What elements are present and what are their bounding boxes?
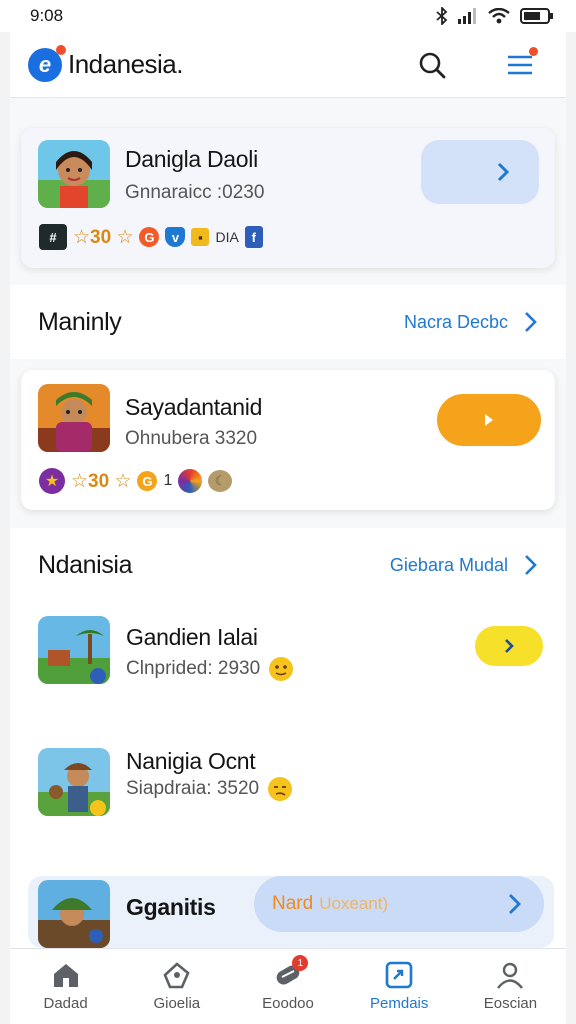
nav-item-eoscian[interactable]: Eoscian — [455, 949, 566, 1024]
app-list-item-nanigia[interactable]: Nanigia Ocnt Siapdraia: 3520 — [10, 742, 566, 842]
action-button-label: Nard — [272, 893, 314, 914]
app-name: Nanigia Ocnt — [126, 748, 256, 774]
moon-icon: ☾ — [208, 470, 233, 492]
chevron-right-icon — [509, 894, 521, 914]
notification-badge: 1 — [292, 955, 309, 971]
section-see-more-link[interactable]: Nacra Decbc — [404, 311, 538, 333]
app-subtitle: Clnprided: 2930 — [126, 656, 294, 682]
orange-coin-icon: G — [137, 471, 158, 491]
section-see-more-link[interactable]: Giebara Mudal — [390, 554, 538, 576]
main-content: Danigla Daoli Gnnaraicc :0230 # ☆30 ☆ G … — [10, 98, 566, 948]
app-name: Sayadantanid — [125, 394, 263, 420]
facebook-icon: f — [244, 226, 263, 248]
app-name: Gganitis — [126, 894, 216, 920]
play-arrow-icon — [485, 414, 493, 426]
yellow-chip-icon: ▪ — [191, 228, 210, 246]
app-name: Gandien Ialai — [126, 624, 258, 650]
app-rating: ☆30 ☆ — [71, 470, 132, 492]
featured-badges: # ☆30 ☆ G v ▪ DIA f — [39, 224, 263, 250]
app-open-button[interactable] — [437, 394, 541, 446]
chevron-right-icon — [497, 162, 510, 182]
search-icon — [419, 52, 446, 78]
featured-tag: DIA — [215, 229, 239, 245]
app-thumbnail[interactable] — [38, 748, 110, 816]
nav-item-gioelia[interactable]: Gioelia — [121, 949, 232, 1024]
app-list-item-gandien[interactable]: Gandien Ialai Clnprided: 2930 — [10, 608, 566, 708]
nav-item-pemdais[interactable]: Pemdais — [344, 949, 455, 1024]
grid-app-icon: # — [39, 224, 67, 250]
featured-open-button[interactable] — [421, 140, 539, 204]
featured-app-name: Danigla Daoli — [125, 146, 258, 172]
star-medal-icon: ★ — [39, 468, 65, 494]
app-badges: ★ ☆30 ☆ G 1 ☾ — [39, 468, 233, 494]
status-bar: 9:08 — [0, 0, 576, 32]
app-subtitle: Siapdraia: 3520 — [126, 776, 293, 802]
app-thumbnail[interactable] — [38, 616, 110, 684]
profile-icon — [497, 962, 524, 989]
app-list-item-gganitis[interactable]: Gganitis Nard Uoxeant) — [28, 876, 554, 948]
app-title: Indanesia. — [68, 49, 183, 79]
nav-item-eoodoo[interactable]: 1 Eoodoo — [232, 949, 343, 1024]
action-button-suffix: Uoxeant) — [319, 894, 389, 913]
chevron-right-icon — [505, 639, 514, 653]
app-action-button[interactable]: Nard Uoxeant) — [254, 876, 544, 932]
app-extra: 1 — [163, 472, 173, 489]
orange-coin-icon: G — [139, 227, 160, 247]
featured-card[interactable]: Danigla Daoli Gnnaraicc :0230 # ☆30 ☆ G … — [21, 128, 555, 268]
nav-item-home[interactable]: Dadad — [10, 949, 121, 1024]
hamburger-menu-icon — [508, 55, 532, 74]
app-subtitle: Ohnubera 3320 — [125, 428, 258, 449]
menu-button[interactable] — [504, 46, 538, 81]
section-header-maninly: Maninly Nacra Decbc — [10, 285, 566, 359]
tag-icon — [163, 962, 190, 989]
smirk-emoji-icon — [268, 777, 293, 801]
bottom-navigation: Dadad Gioelia 1 Eoodoo Pemdais Eoscian — [10, 948, 566, 1024]
color-ball-icon — [178, 469, 203, 493]
battery-icon — [520, 8, 553, 24]
menu-notification-dot — [529, 46, 538, 56]
status-time: 9:08 — [30, 6, 64, 25]
logo-notification-dot — [56, 44, 66, 55]
chevron-right-icon — [525, 312, 537, 332]
app-thumbnail[interactable] — [38, 384, 110, 452]
wifi-icon — [488, 8, 510, 24]
featured-rating: ☆30 ☆ — [73, 226, 134, 248]
apps-icon — [385, 961, 413, 989]
featured-app-thumbnail[interactable] — [38, 140, 110, 208]
app-open-button[interactable] — [475, 626, 543, 666]
section-title: Ndanisia — [38, 550, 133, 579]
app-bar: e Indanesia. — [10, 32, 566, 98]
app-logo: e — [28, 44, 66, 82]
featured-app-subtitle: Gnnaraicc :0230 — [125, 182, 265, 203]
bluetooth-icon — [436, 7, 448, 25]
smiley-emoji-icon — [269, 657, 294, 681]
shield-icon: v — [165, 227, 186, 247]
signal-icon — [458, 8, 476, 24]
app-thumbnail[interactable] — [38, 880, 110, 948]
chevron-right-icon — [525, 555, 537, 575]
section-title: Maninly — [38, 307, 122, 336]
home-icon — [53, 964, 78, 987]
section-header-ndanisia: Ndanisia Giebara Mudal — [10, 528, 566, 602]
status-icons — [436, 7, 554, 25]
app-card-sayadantanid[interactable]: Sayadantanid Ohnubera 3320 ★ ☆30 ☆ G 1 ☾ — [21, 370, 555, 510]
search-button[interactable] — [416, 49, 448, 81]
